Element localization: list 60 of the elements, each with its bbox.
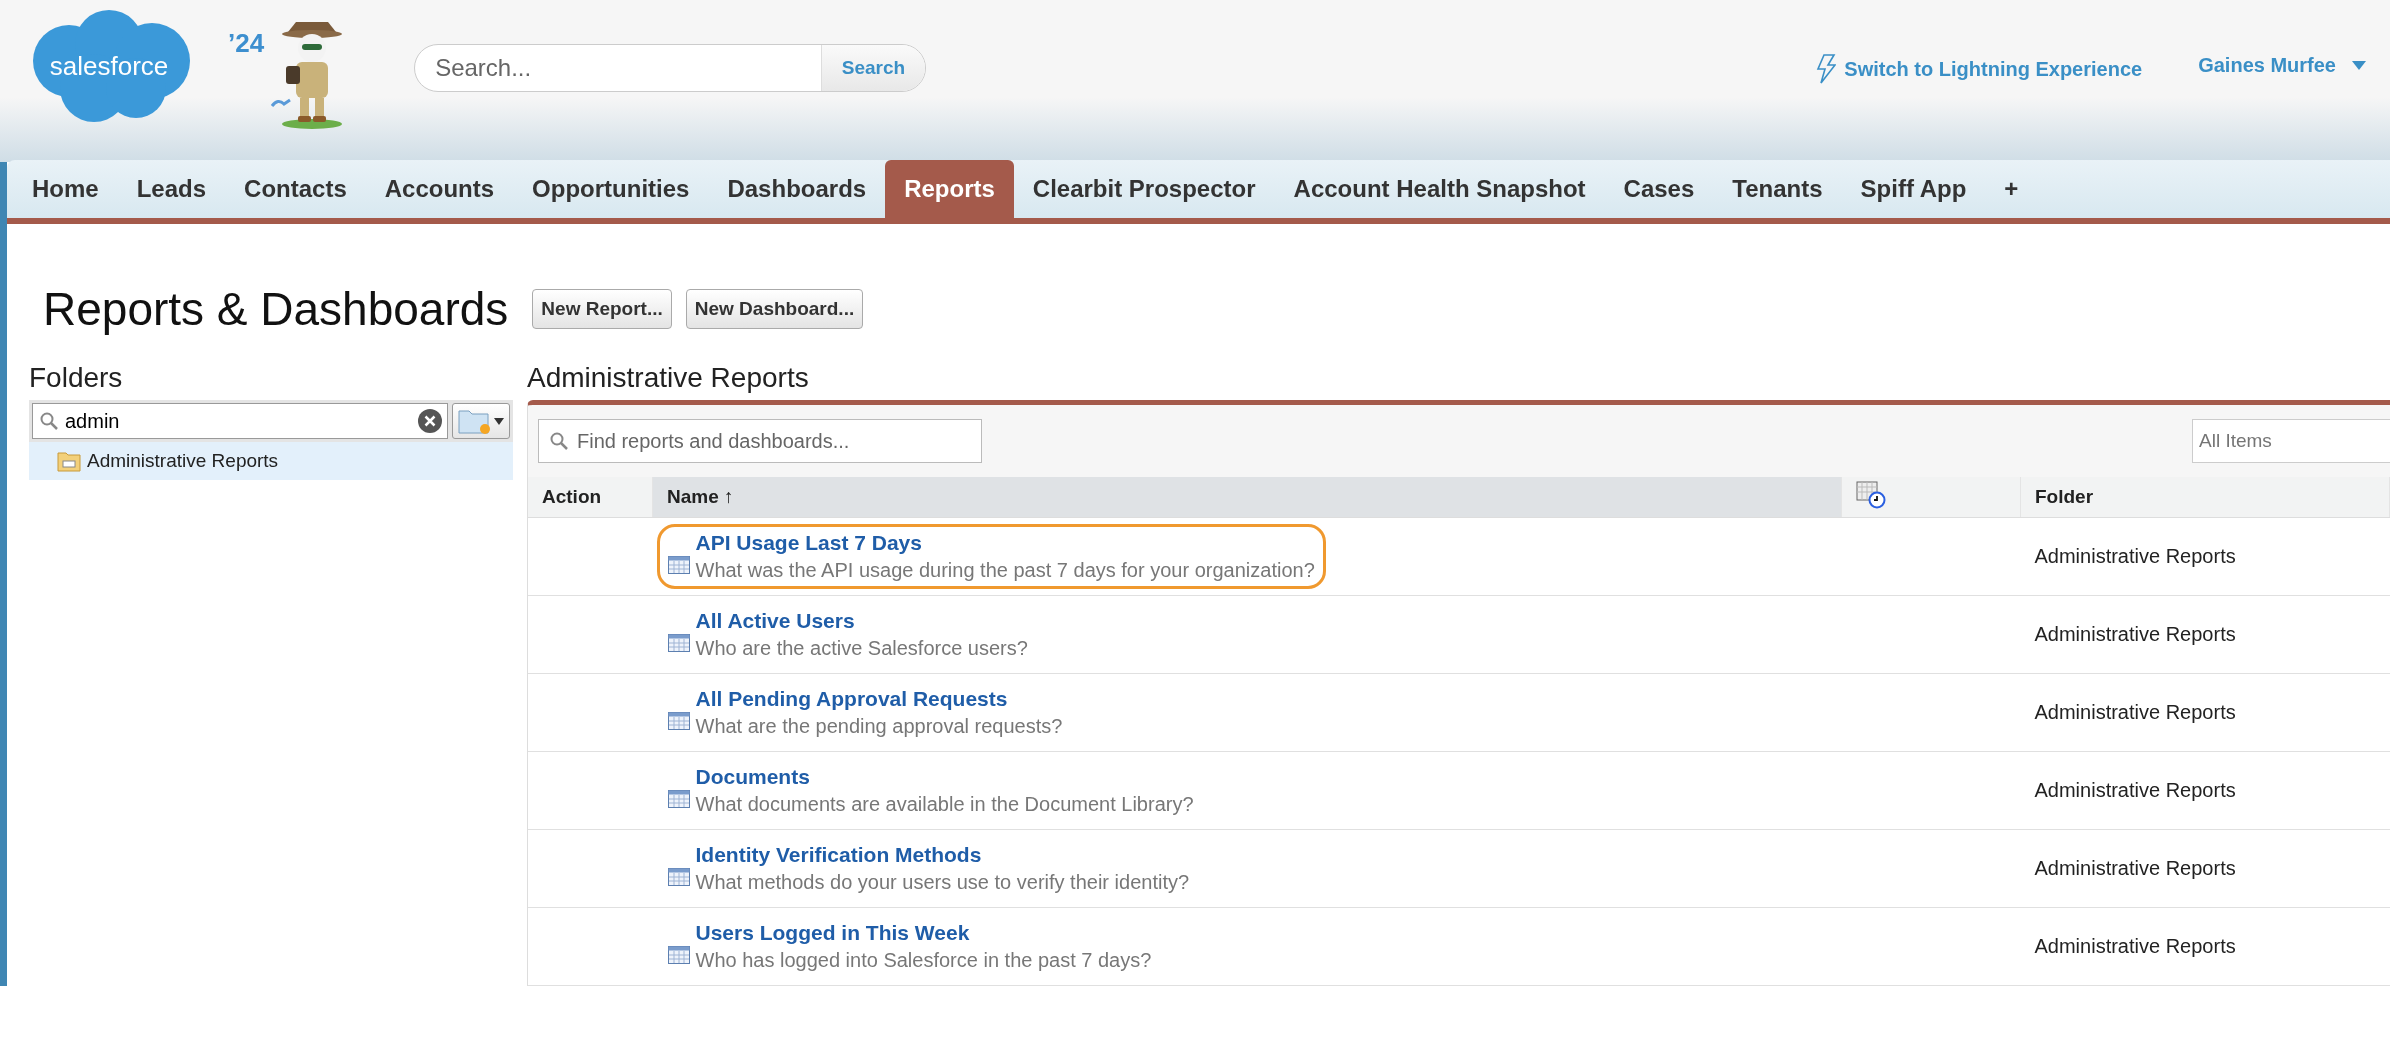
report-link[interactable]: API Usage Last 7 Days [695, 531, 1315, 555]
lightning-bolt-icon [1816, 54, 1837, 84]
report-table-icon [667, 945, 690, 964]
column-header: Action [528, 477, 653, 518]
page-title: Reports & Dashboards [43, 282, 509, 336]
year-label: ’24 [228, 28, 265, 59]
folder-item[interactable]: Administrative Reports [29, 442, 513, 480]
report-table-icon [667, 555, 690, 574]
nav-tab[interactable]: Reports [885, 160, 1014, 218]
report-table-icon [667, 789, 690, 808]
report-description: What methods do your users use to verify their identity? [695, 871, 1190, 894]
new-dashboard-button[interactable]: New Dashboard... [685, 289, 864, 329]
new-report-button[interactable]: New Report... [532, 289, 672, 329]
nav-tab[interactable]: Home [13, 160, 118, 218]
nav-tab[interactable]: Account Health Snapshot [1274, 160, 1605, 218]
caret-down-icon [494, 417, 504, 425]
nav-tab[interactable]: Spiff App [1841, 160, 1986, 218]
folder-cell: Administrative Reports [2020, 673, 2390, 752]
report-link[interactable]: Documents [695, 765, 1194, 789]
caret-down-icon [2352, 61, 2366, 70]
folders-heading: Folders [29, 362, 124, 394]
search-icon [550, 432, 568, 450]
report-link[interactable]: All Active Users [695, 609, 1028, 633]
folder-cell: Administrative Reports [2020, 595, 2390, 674]
folder-cell: Administrative Reports [2020, 829, 2390, 908]
scheduled-report-icon[interactable] [1856, 480, 1886, 509]
report-description: What are the pending approval requests? [695, 715, 1063, 738]
report-link[interactable]: Users Logged in This Week [695, 921, 1152, 945]
nav-tab[interactable]: Accounts [365, 160, 514, 218]
report-table-icon [667, 711, 690, 730]
report-description: Who are the active Salesforce users? [695, 637, 1028, 660]
search-icon [40, 412, 58, 430]
nav-tab[interactable]: Tenants [1713, 160, 1842, 218]
list-heading: Administrative Reports [527, 362, 810, 394]
report-table-icon [667, 867, 690, 886]
new-folder-button[interactable] [452, 403, 510, 439]
folder-cell: Administrative Reports [2020, 517, 2390, 596]
report-description: What was the API usage during the past 7 days for your organization? [695, 559, 1315, 582]
folder-cell: Administrative Reports [2020, 751, 2390, 830]
nav-tab[interactable]: Contacts [225, 160, 366, 218]
nav-tab[interactable]: Cases [1604, 160, 1714, 218]
report-description: What documents are available in the Document Library? [695, 793, 1194, 816]
report-link[interactable]: All Pending Approval Requests [695, 687, 1063, 711]
nav-tab[interactable]: Clearbit Prospector [1013, 160, 1275, 218]
report-link[interactable]: Identity Verification Methods [695, 843, 1190, 867]
report-description: Who has logged into Salesforce in the past 7 days? [695, 949, 1152, 972]
report-search-field[interactable]: Find reports and dashboards... [538, 419, 982, 463]
column-header[interactable]: Folder [2020, 477, 2390, 518]
column-header[interactable]: Name ↑ [652, 477, 1842, 518]
folder-icon [458, 407, 492, 435]
folder-icon [57, 450, 81, 472]
clear-icon[interactable] [418, 409, 442, 433]
nav-tab[interactable]: + [1985, 160, 2038, 218]
nav-tab[interactable]: Dashboards [708, 160, 886, 218]
item-filter-field[interactable]: All Items [2192, 419, 2390, 463]
report-table-icon [667, 633, 690, 652]
nav-tab[interactable]: Opportunities [513, 160, 709, 218]
folder-cell: Administrative Reports [2020, 907, 2390, 986]
folder-search-field[interactable]: admin [32, 403, 448, 439]
nav-tab[interactable]: Leads [117, 160, 226, 218]
